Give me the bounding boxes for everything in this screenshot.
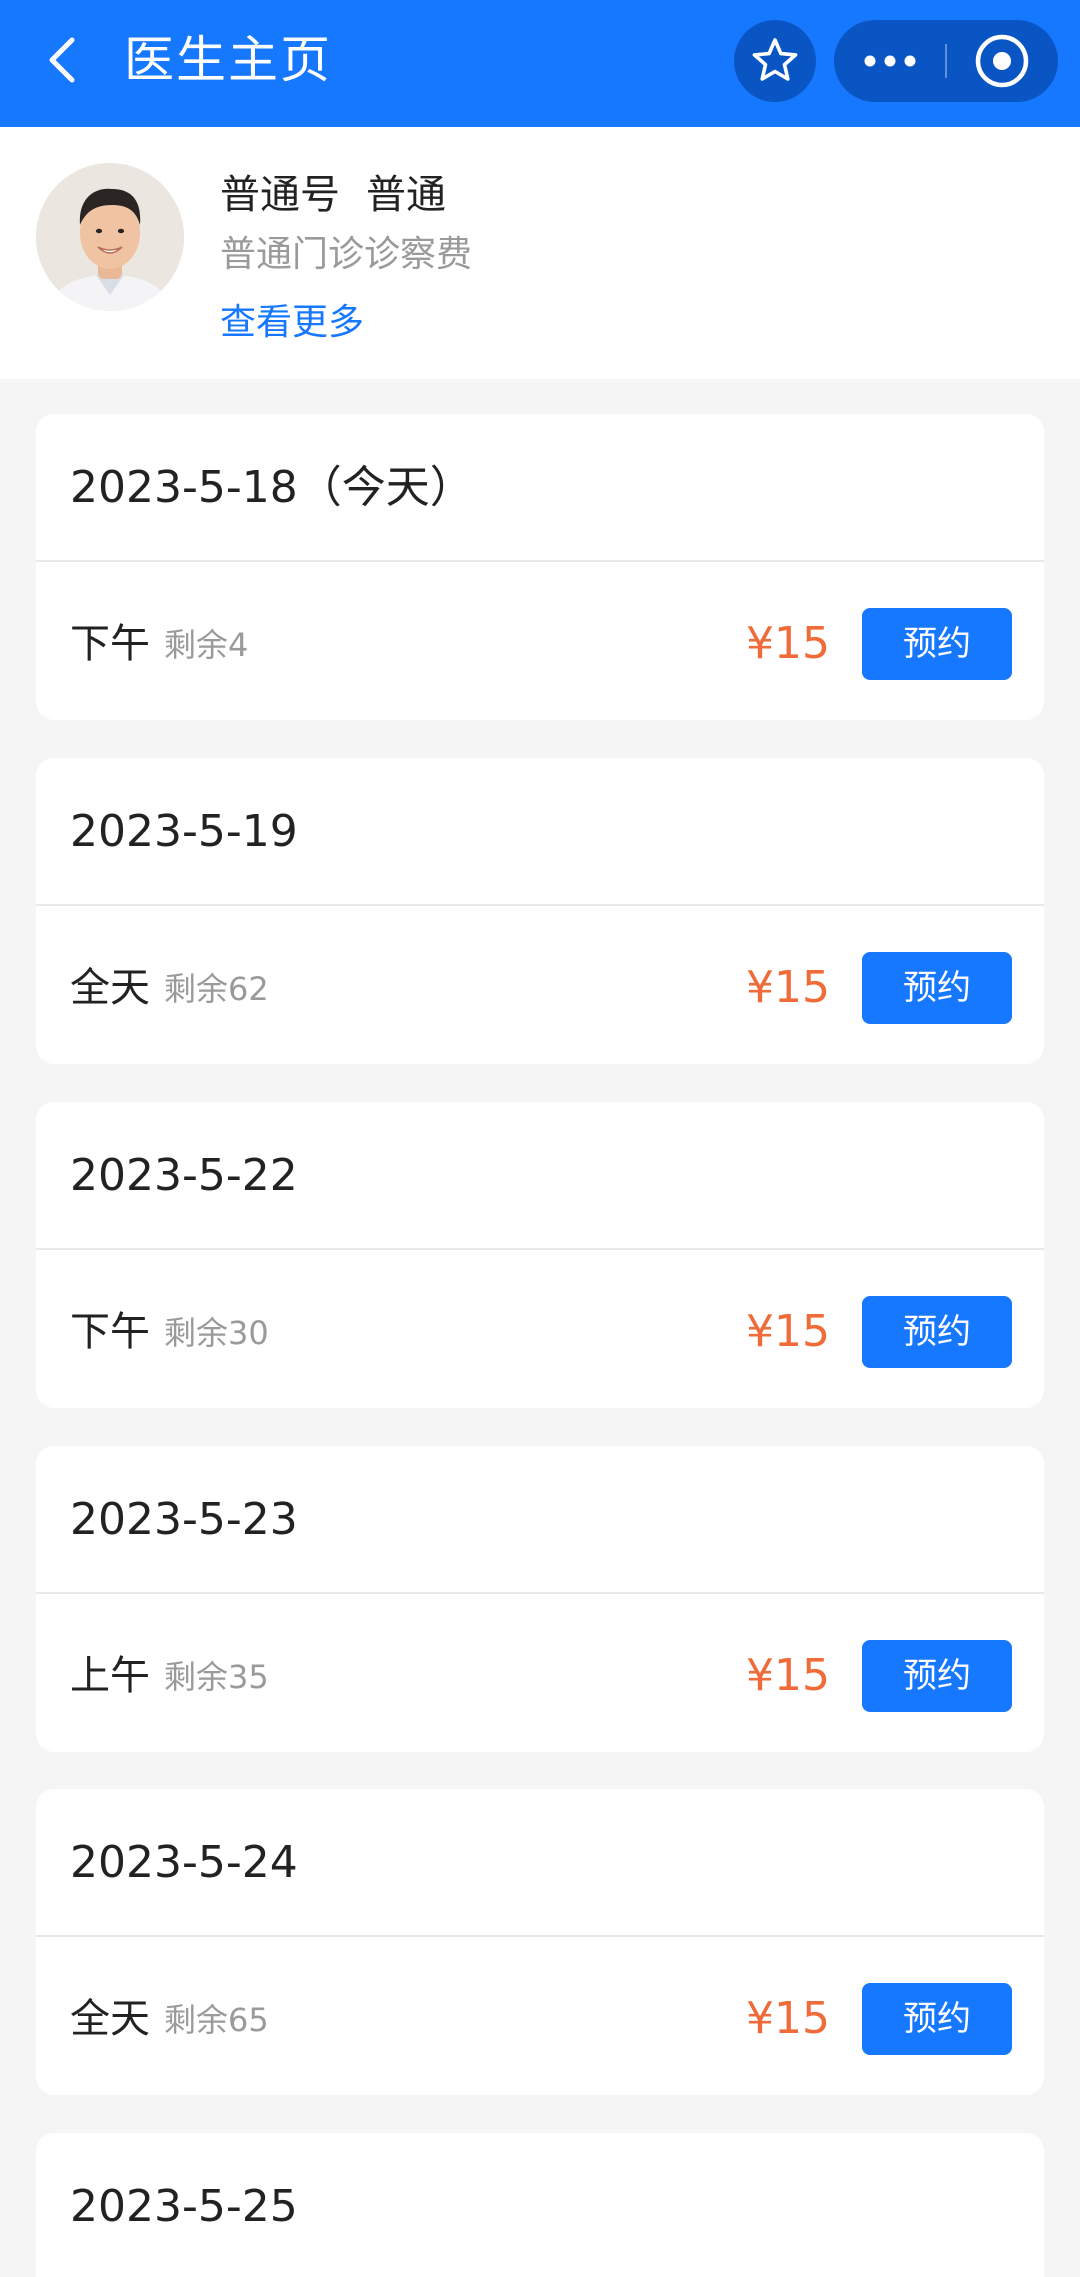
schedule-slot-row: 下午 剩余30 ¥15 预约 bbox=[36, 1252, 1044, 1408]
price: ¥15 bbox=[746, 1306, 830, 1357]
schedule-slot-row: 全天 剩余62 ¥15 预约 bbox=[36, 908, 1044, 1064]
star-icon bbox=[752, 38, 798, 81]
schedule-date-header: 2023-5-22 bbox=[36, 1102, 1044, 1250]
view-more-link[interactable]: 查看更多 bbox=[220, 299, 364, 347]
schedule-date-header: 2023-5-25 bbox=[36, 2133, 1044, 2277]
mini-program-capsule bbox=[834, 20, 1058, 102]
book-button[interactable]: 预约 bbox=[862, 1296, 1012, 1368]
time-slot: 全天 bbox=[70, 965, 150, 1011]
schedule-card: 2023-5-25 bbox=[36, 2133, 1044, 2277]
book-button[interactable]: 预约 bbox=[862, 1640, 1012, 1712]
schedule-date-header: 2023-5-18（今天） bbox=[36, 414, 1044, 562]
remaining-count: 剩余4 bbox=[164, 626, 249, 664]
price: ¥15 bbox=[746, 618, 830, 669]
avatar bbox=[36, 163, 184, 311]
schedule-date: 2023-5-24 bbox=[70, 1837, 298, 1888]
remaining-count: 剩余62 bbox=[164, 970, 269, 1008]
schedule-date: 2023-5-23 bbox=[70, 1494, 298, 1545]
book-button[interactable]: 预约 bbox=[862, 1983, 1012, 2055]
price: ¥15 bbox=[746, 1993, 830, 2044]
ticket-type: 普通号 bbox=[220, 172, 340, 218]
more-button[interactable] bbox=[834, 20, 946, 102]
schedule-card: 2023-5-22 下午 剩余30 ¥15 预约 bbox=[36, 1102, 1044, 1408]
schedule-card: 2023-5-23 上午 剩余35 ¥15 预约 bbox=[36, 1446, 1044, 1752]
doctor-name: 普通号 普通 bbox=[220, 169, 446, 221]
target-circle-icon bbox=[975, 34, 1029, 88]
doctor-description: 普通门诊诊察费 bbox=[220, 234, 473, 275]
time-slot: 全天 bbox=[70, 1996, 150, 2042]
time-slot: 下午 bbox=[70, 621, 150, 667]
schedule-date-header: 2023-5-24 bbox=[36, 1789, 1044, 1937]
doctor-header: 普通号 普通 普通门诊诊察费 查看更多 bbox=[0, 127, 1080, 379]
book-button[interactable]: 预约 bbox=[862, 952, 1012, 1024]
schedule-slot-row: 上午 剩余35 ¥15 预约 bbox=[36, 1596, 1044, 1752]
schedule-date: 2023-5-18（今天） bbox=[70, 462, 474, 513]
time-slot: 上午 bbox=[70, 1653, 150, 1699]
remaining-count: 剩余65 bbox=[164, 2001, 269, 2039]
schedule-card: 2023-5-19 全天 剩余62 ¥15 预约 bbox=[36, 758, 1044, 1064]
more-dots-icon bbox=[864, 55, 916, 67]
favorite-button[interactable] bbox=[734, 20, 816, 102]
schedule-date-header: 2023-5-23 bbox=[36, 1446, 1044, 1594]
book-button[interactable]: 预约 bbox=[862, 608, 1012, 680]
remaining-count: 剩余35 bbox=[164, 1658, 269, 1696]
schedule-date: 2023-5-19 bbox=[70, 806, 298, 857]
schedule-slot-row: 全天 剩余65 ¥15 预约 bbox=[36, 1939, 1044, 2095]
schedule-date-header: 2023-5-19 bbox=[36, 758, 1044, 906]
close-button[interactable] bbox=[946, 20, 1058, 102]
schedule-date: 2023-5-22 bbox=[70, 1150, 298, 1201]
page-title: 医生主页 bbox=[124, 31, 332, 89]
back-button[interactable] bbox=[40, 28, 84, 92]
time-slot: 下午 bbox=[70, 1309, 150, 1355]
price: ¥15 bbox=[746, 1650, 830, 1701]
schedule-date: 2023-5-25 bbox=[70, 2181, 298, 2232]
top-nav-bar: 医生主页 bbox=[0, 0, 1080, 127]
chevron-left-icon bbox=[49, 37, 75, 83]
remaining-count: 剩余30 bbox=[164, 1314, 269, 1352]
schedule-card: 2023-5-18（今天） 下午 剩余4 ¥15 预约 bbox=[36, 414, 1044, 720]
doctor-avatar-image bbox=[36, 163, 184, 311]
schedule-card: 2023-5-24 全天 剩余65 ¥15 预约 bbox=[36, 1789, 1044, 2095]
price: ¥15 bbox=[746, 962, 830, 1013]
schedule-slot-row: 下午 剩余4 ¥15 预约 bbox=[36, 564, 1044, 720]
doctor-level: 普通 bbox=[366, 172, 446, 218]
